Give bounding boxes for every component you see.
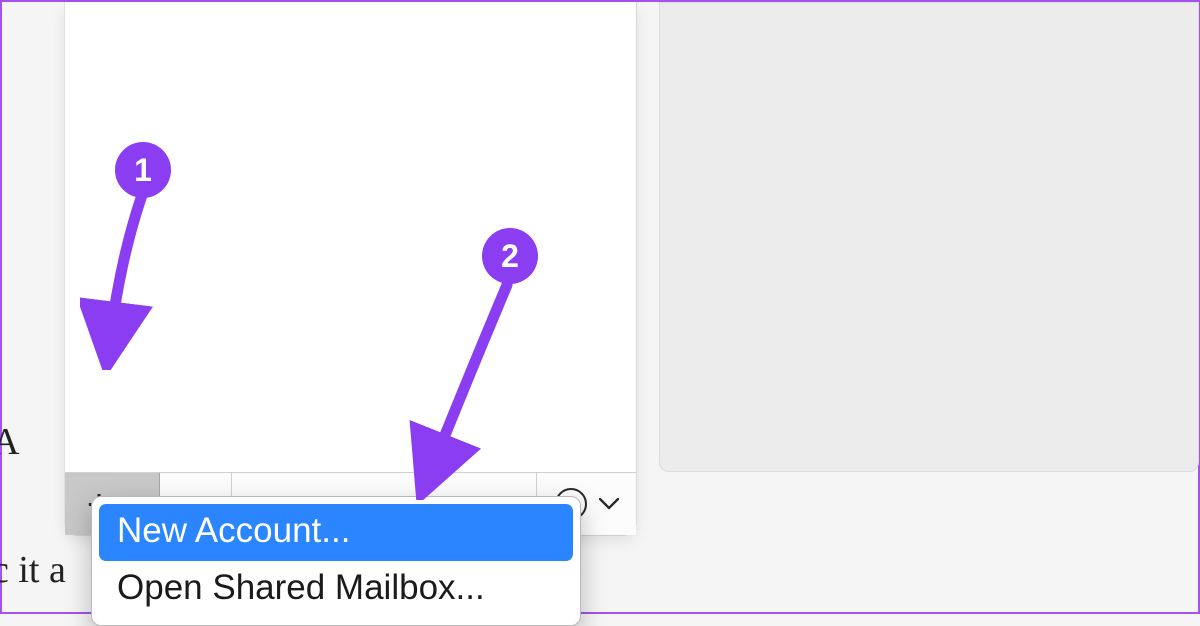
callout-arrow-1	[80, 190, 160, 370]
callout-arrow-2	[397, 280, 537, 500]
background-text-cutoff: A	[0, 420, 19, 464]
callout-badge-1: 1	[115, 142, 171, 198]
side-panel	[659, 2, 1199, 472]
menu-new-account[interactable]: New Account...	[99, 504, 573, 561]
menu-open-shared-mailbox[interactable]: Open Shared Mailbox...	[99, 561, 573, 618]
chevron-down-icon	[599, 497, 619, 515]
callout-badge-2: 2	[482, 228, 538, 284]
add-account-menu: New Account... Open Shared Mailbox...	[91, 496, 581, 626]
background-text-cutoff: c it a	[0, 548, 66, 592]
background-text-cutoff: i	[0, 302, 1, 346]
